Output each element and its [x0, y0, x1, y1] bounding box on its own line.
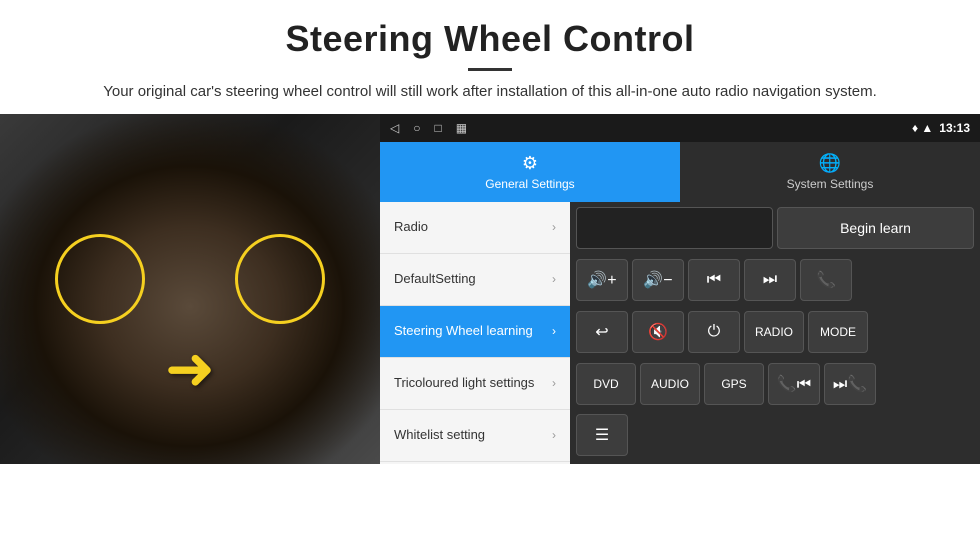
audio-button[interactable]: AUDIO [640, 363, 700, 405]
vol-up-icon: 🔊+ [587, 270, 616, 290]
hangup-button[interactable]: ↩ [576, 311, 628, 353]
tab-general-label: General Settings [485, 177, 574, 191]
chevron-icon: › [552, 428, 556, 442]
prev-track-button[interactable]: ⏮ [688, 259, 740, 301]
top-section: Steering Wheel Control Your original car… [0, 0, 980, 114]
prev-icon: ⏮ [707, 271, 721, 289]
power-button[interactable]: ⏻ [688, 311, 740, 353]
next-phone-icon: ⏭📞 [833, 374, 867, 394]
tab-system-label: System Settings [787, 177, 874, 191]
begin-learn-button[interactable]: Begin learn [777, 207, 974, 249]
status-nav-icons: ◁ ○ □ ▦ [390, 121, 467, 135]
circle-left-highlight [55, 234, 145, 324]
main-body: Radio › DefaultSetting › Steering Wheel … [380, 202, 980, 464]
tab-system-settings[interactable]: 🌐 System Settings [680, 142, 980, 202]
control-row-1: Begin learn [570, 202, 980, 254]
android-ui: ◁ ○ □ ▦ ♦ ▲ 13:13 ⚙ General Settings 🌐 S… [380, 114, 980, 464]
home-icon[interactable]: ○ [413, 121, 420, 135]
right-panel: Begin learn 🔊+ 🔊− ⏮ ⏭ [570, 202, 980, 464]
input-field[interactable] [576, 207, 773, 249]
status-right: ♦ ▲ 13:13 [912, 121, 970, 135]
tab-bar: ⚙ General Settings 🌐 System Settings [380, 142, 980, 202]
control-row-2: 🔊+ 🔊− ⏮ ⏭ 📞 [570, 254, 980, 306]
system-settings-icon: 🌐 [819, 153, 841, 174]
list-button[interactable]: ☰ [576, 414, 628, 456]
page-title: Steering Wheel Control [60, 18, 920, 60]
arrow-indicator: ➜ [165, 334, 215, 404]
car-image: ➜ [0, 114, 380, 464]
gps-button[interactable]: GPS [704, 363, 764, 405]
time-display: 13:13 [939, 121, 970, 135]
chevron-icon: › [552, 376, 556, 390]
mute-icon: 🔇 [648, 322, 668, 342]
left-menu: Radio › DefaultSetting › Steering Wheel … [380, 202, 570, 464]
menu-item-whitelist[interactable]: Whitelist setting › [380, 410, 570, 462]
back-icon[interactable]: ◁ [390, 121, 399, 135]
signal-icon: ♦ ▲ [912, 121, 933, 135]
tab-general-settings[interactable]: ⚙ General Settings [380, 142, 680, 202]
status-bar: ◁ ○ □ ▦ ♦ ▲ 13:13 [380, 114, 980, 142]
mode-label: MODE [820, 325, 856, 339]
control-row-5: ☰ [570, 410, 980, 460]
control-row-4: DVD AUDIO GPS 📞⏮ ⏭📞 [570, 358, 980, 410]
content-area: ➜ ◁ ○ □ ▦ ♦ ▲ 13:13 ⚙ General Settings 🌐 [0, 114, 980, 464]
gps-label: GPS [721, 377, 746, 391]
title-divider [468, 68, 512, 71]
radio-label: RADIO [755, 325, 793, 339]
phone-prev-icon: 📞⏮ [777, 374, 811, 394]
hangup-icon: ↩ [595, 322, 608, 342]
power-icon: ⏻ [708, 323, 721, 341]
circle-right-highlight [235, 234, 325, 324]
menu-item-default-setting[interactable]: DefaultSetting › [380, 254, 570, 306]
next-track-button[interactable]: ⏭ [744, 259, 796, 301]
mute-button[interactable]: 🔇 [632, 311, 684, 353]
recents-icon[interactable]: □ [434, 121, 441, 135]
menu-item-radio[interactable]: Radio › [380, 202, 570, 254]
menu-item-steering-wheel[interactable]: Steering Wheel learning › [380, 306, 570, 358]
mode-button[interactable]: MODE [808, 311, 868, 353]
phone-icon: 📞 [816, 270, 836, 290]
next-icon: ⏭ [763, 271, 777, 289]
dvd-button[interactable]: DVD [576, 363, 636, 405]
list-icon: ☰ [595, 425, 609, 445]
subtitle: Your original car's steering wheel contr… [60, 81, 920, 104]
menu-icon[interactable]: ▦ [456, 121, 467, 135]
radio-button[interactable]: RADIO [744, 311, 804, 353]
dvd-label: DVD [593, 377, 618, 391]
vol-down-button[interactable]: 🔊− [632, 259, 684, 301]
chevron-icon: › [552, 220, 556, 234]
audio-label: AUDIO [651, 377, 689, 391]
chevron-icon: › [552, 324, 556, 338]
control-row-3: ↩ 🔇 ⏻ RADIO MODE [570, 306, 980, 358]
chevron-icon: › [552, 272, 556, 286]
next-phone-button[interactable]: ⏭📞 [824, 363, 876, 405]
general-settings-icon: ⚙ [522, 153, 538, 174]
menu-item-tricoloured[interactable]: Tricoloured light settings › [380, 358, 570, 410]
vol-up-button[interactable]: 🔊+ [576, 259, 628, 301]
vol-down-icon: 🔊− [643, 270, 672, 290]
phone-button[interactable]: 📞 [800, 259, 852, 301]
phone-prev-button[interactable]: 📞⏮ [768, 363, 820, 405]
